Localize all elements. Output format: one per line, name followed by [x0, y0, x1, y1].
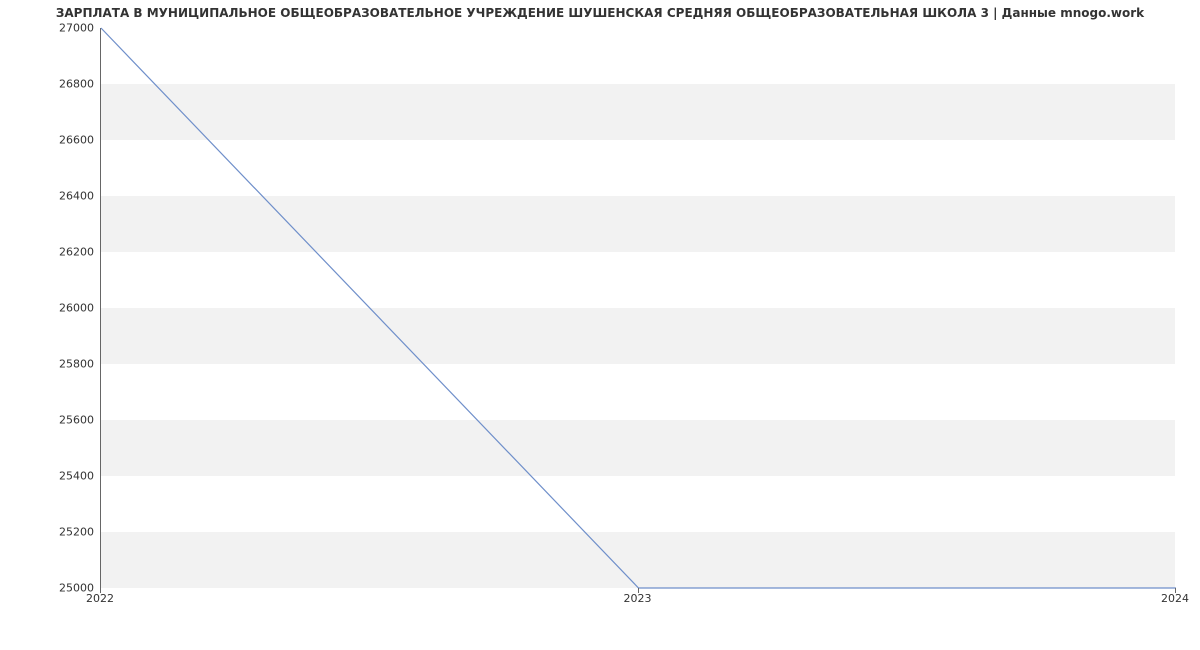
- y-tick-label: 25800: [4, 358, 94, 371]
- x-tick-label: 2023: [624, 592, 652, 605]
- y-tick-label: 26200: [4, 246, 94, 259]
- y-tick-label: 25000: [4, 582, 94, 595]
- y-tick-label: 25400: [4, 470, 94, 483]
- x-tick-label: 2022: [86, 592, 114, 605]
- chart-title: ЗАРПЛАТА В МУНИЦИПАЛЬНОЕ ОБЩЕОБРАЗОВАТЕЛ…: [0, 6, 1200, 20]
- y-tick-label: 25200: [4, 526, 94, 539]
- x-tick-mark: [1175, 588, 1176, 593]
- y-tick-label: 25600: [4, 414, 94, 427]
- line-layer: [101, 28, 1175, 587]
- x-tick-mark: [100, 588, 101, 593]
- y-tick-label: 26400: [4, 190, 94, 203]
- y-tick-label: 26000: [4, 302, 94, 315]
- chart-container: ЗАРПЛАТА В МУНИЦИПАЛЬНОЕ ОБЩЕОБРАЗОВАТЕЛ…: [0, 0, 1200, 650]
- data-line: [101, 28, 1176, 588]
- plot-area: [100, 28, 1175, 588]
- y-tick-label: 26800: [4, 78, 94, 91]
- x-tick-mark: [638, 588, 639, 593]
- x-tick-label: 2024: [1161, 592, 1189, 605]
- y-tick-label: 26600: [4, 134, 94, 147]
- y-tick-label: 27000: [4, 22, 94, 35]
